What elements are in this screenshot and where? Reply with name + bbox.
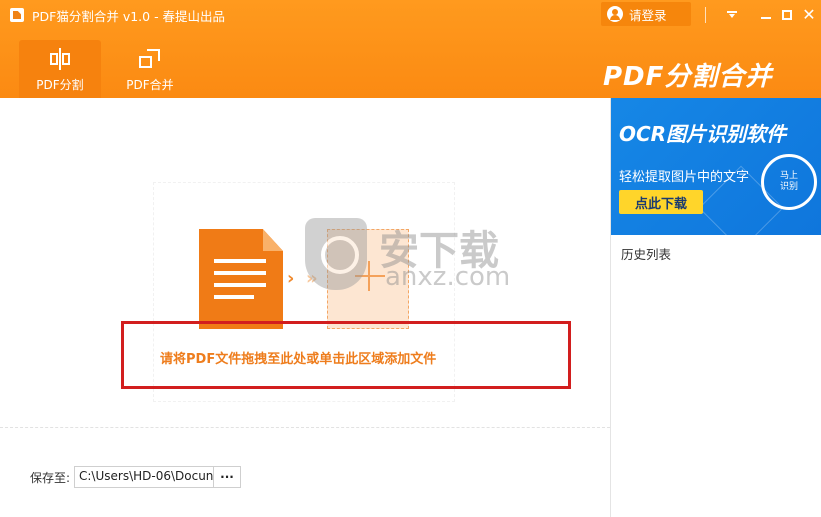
divider: [0, 427, 610, 428]
ocr-ad-banner[interactable]: OCR图片识别软件 轻松提取图片中的文字 点此下载 马上识别: [611, 98, 821, 235]
main-panel: › » 安下载 anxz.com 请将PDF文件拖拽至此处或单击此区域添加文件 …: [0, 98, 610, 517]
ad-download-button[interactable]: 点此下载: [619, 190, 703, 214]
login-label: 请登录: [629, 7, 667, 23]
save-path-input[interactable]: C:\Users\HD-06\Docun: [74, 466, 214, 488]
browse-button[interactable]: ···: [213, 466, 241, 488]
scan-badge-icon: 马上识别: [761, 154, 817, 210]
tab-pdf-split[interactable]: PDF分割: [19, 40, 101, 98]
maximize-button[interactable]: [776, 4, 798, 26]
history-list-label: 历史列表: [621, 247, 672, 262]
watermark: 安下载 anxz.com: [305, 218, 525, 308]
tab-pdf-merge[interactable]: PDF合并: [109, 40, 191, 98]
pdf-document-icon: [199, 229, 283, 329]
tab-label: PDF合并: [126, 78, 174, 92]
ad-badge-text: 马上识别: [779, 171, 798, 192]
watermark-domain: anxz.com: [385, 262, 511, 292]
titlebar-divider: [705, 7, 706, 23]
ad-subtitle: 轻松提取图片中的文字: [619, 170, 750, 185]
login-button[interactable]: 请登录: [601, 2, 691, 26]
title-bar: PDF猫分割合并 v1.0 - 春提山出品 请登录 ✕: [0, 0, 821, 30]
maximize-icon: [782, 10, 792, 20]
close-icon: ✕: [802, 5, 816, 24]
header-bar: PDF猫分割合并 v1.0 - 春提山出品 请登录 ✕ PDF分割 PDF合并 …: [0, 0, 821, 98]
minimize-icon: [761, 17, 771, 19]
shield-icon: [305, 218, 367, 290]
app-logo-icon: [10, 8, 24, 22]
merge-icon: [137, 48, 163, 70]
minimize-button[interactable]: [755, 4, 777, 26]
arrow-icon: ›: [287, 268, 295, 289]
user-icon: [607, 6, 623, 22]
brand-title: PDF分割合并: [603, 62, 773, 92]
ad-title: OCR图片识别软件: [619, 122, 787, 146]
tab-label: PDF分割: [36, 78, 84, 92]
menu-button[interactable]: [721, 4, 743, 26]
highlight-box: [121, 321, 571, 389]
menu-dropdown-icon: [727, 11, 737, 19]
split-icon: [47, 48, 73, 70]
save-to-label: 保存至:: [30, 471, 71, 485]
close-button[interactable]: ✕: [798, 4, 820, 26]
window-title: PDF猫分割合并 v1.0 - 春提山出品: [32, 9, 226, 24]
